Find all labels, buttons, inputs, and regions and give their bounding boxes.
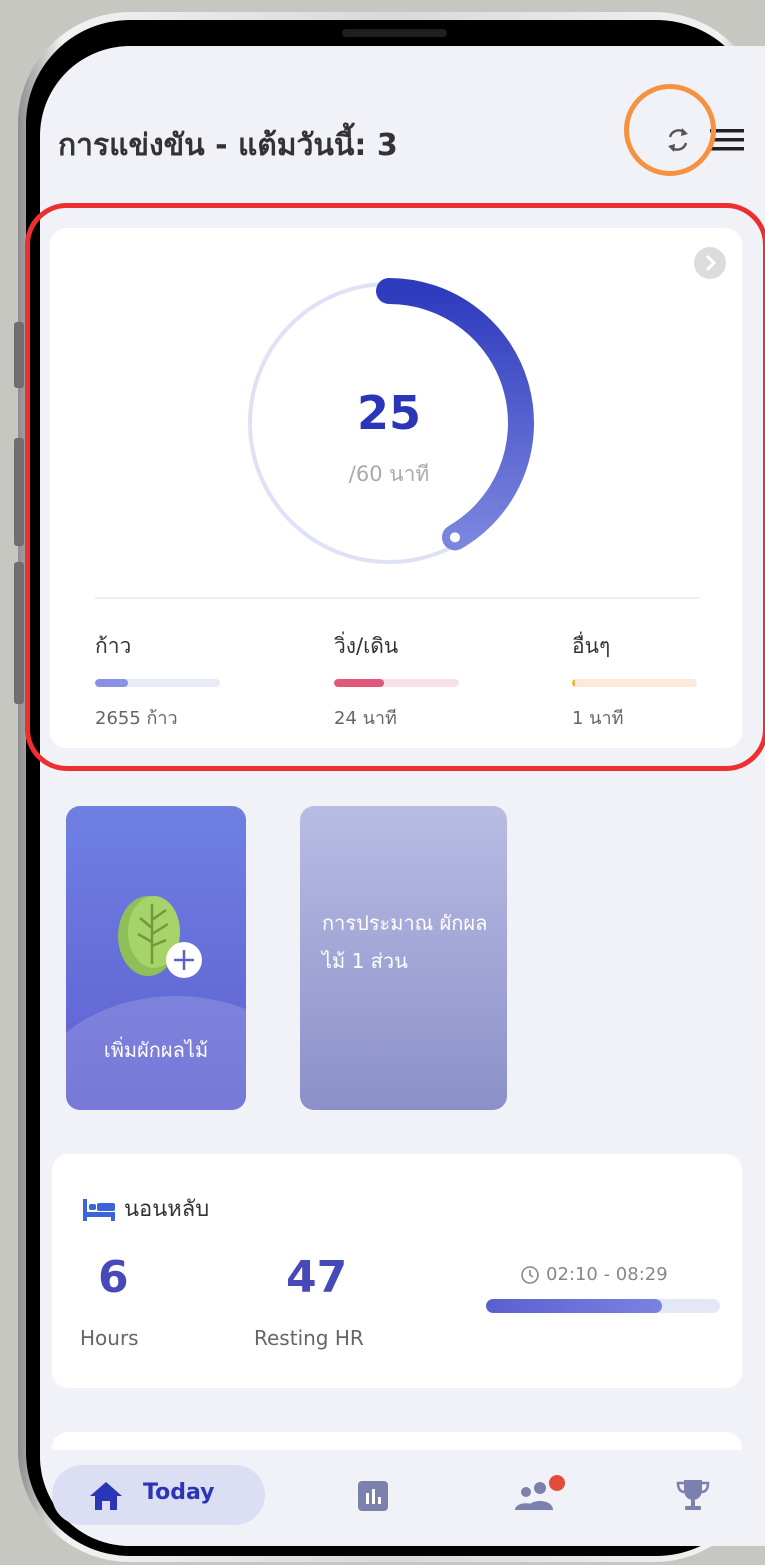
sleep-time-range: 02:10 - 08:29	[546, 1264, 668, 1285]
volume-down-button	[14, 562, 24, 704]
sleep-bar-fill	[486, 1299, 662, 1313]
group-icon[interactable]	[512, 1474, 568, 1512]
lettuce-add-icon	[118, 896, 202, 978]
clock-icon	[521, 1266, 539, 1284]
sleep-bar	[486, 1299, 720, 1313]
volume-up-button	[14, 438, 24, 546]
highlight-box-activity	[25, 203, 765, 771]
nav-today-label[interactable]: Today	[143, 1480, 214, 1505]
sleep-hours-value: 6	[98, 1252, 129, 1303]
highlight-circle-sync	[624, 84, 716, 176]
page-title: การแข่งขัน - แต้มวันนี้: 3	[58, 128, 398, 163]
home-icon[interactable]	[88, 1480, 124, 1512]
speaker-notch	[342, 29, 447, 37]
add-vegetable-label: เพิ่มผักผลไม้	[103, 1038, 209, 1062]
sleep-hours-label: Hours	[80, 1326, 139, 1350]
resting-hr-label: Resting HR	[254, 1326, 364, 1350]
resting-hr-value: 47	[286, 1252, 348, 1303]
vegetable-estimate-text: การประมาณ ผักผลไม้ 1 ส่วน	[322, 911, 488, 973]
vegetable-estimate-card[interactable]: การประมาณ ผักผลไม้ 1 ส่วน	[300, 806, 507, 1110]
sleep-card[interactable]: นอนหลับ 6 Hours 47 Resting HR 02:10 - 08…	[52, 1154, 742, 1388]
trophy-icon[interactable]	[675, 1478, 711, 1512]
add-vegetable-card[interactable]: เพิ่มผักผลไม้	[66, 806, 246, 1110]
bed-icon	[83, 1199, 115, 1221]
stats-icon[interactable]	[358, 1481, 388, 1511]
notification-dot	[549, 1475, 565, 1491]
mute-switch	[14, 322, 24, 388]
sleep-title: นอนหลับ	[124, 1197, 210, 1222]
